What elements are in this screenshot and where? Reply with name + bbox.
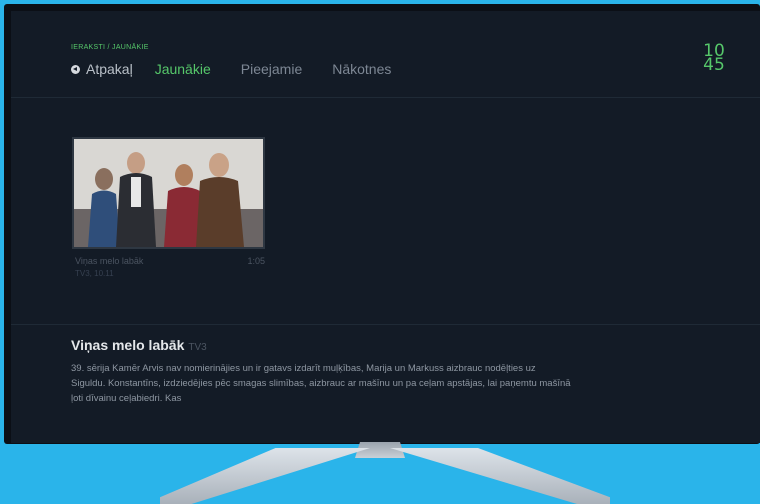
nav-bar: Atpakaļ Jaunākie Pieejamie Nākotnes (71, 61, 421, 77)
tab-available[interactable]: Pieejamie (241, 61, 302, 77)
tab-future[interactable]: Nākotnes (332, 61, 391, 77)
header: IERAKSTI / JAUNĀKIE Atpakaļ Jaunākie Pie… (11, 11, 760, 98)
tv-stand-left-leg (160, 448, 370, 504)
recording-subtitle: TV3, 10.11 (75, 269, 114, 278)
tv-bezel: IERAKSTI / JAUNĀKIE Atpakaļ Jaunākie Pie… (4, 4, 760, 444)
recording-title-text: Viņas melo labāk (75, 256, 144, 266)
tv-stand-right-leg (390, 448, 610, 504)
back-label: Atpakaļ (86, 61, 133, 77)
recording-title: Viņas melo labāk 1:05 (75, 256, 265, 266)
clock: 10 45 (702, 43, 726, 75)
tv-screen: IERAKSTI / JAUNĀKIE Atpakaļ Jaunākie Pie… (11, 11, 760, 443)
back-button[interactable]: Atpakaļ (71, 61, 133, 77)
divider (11, 324, 760, 325)
recording-duration: 1:05 (247, 256, 265, 266)
recording-thumbnail[interactable] (72, 137, 265, 249)
detail-panel: Viņas melo labāk TV3 39. sērija Kamēr Arv… (71, 337, 571, 406)
channel-label: TV3 (188, 342, 207, 353)
clock-minutes: 45 (703, 55, 725, 75)
cast-photo (74, 139, 263, 247)
tab-latest[interactable]: Jaunākie (155, 61, 211, 77)
breadcrumb: IERAKSTI / JAUNĀKIE (71, 44, 149, 51)
detail-title: Viņas melo labāk TV3 (71, 337, 571, 353)
detail-description: 39. sērija Kamēr Arvis nav nomierinājies… (71, 363, 571, 404)
detail-title-text: Viņas melo labāk (71, 337, 185, 353)
back-arrow-icon (71, 64, 80, 74)
